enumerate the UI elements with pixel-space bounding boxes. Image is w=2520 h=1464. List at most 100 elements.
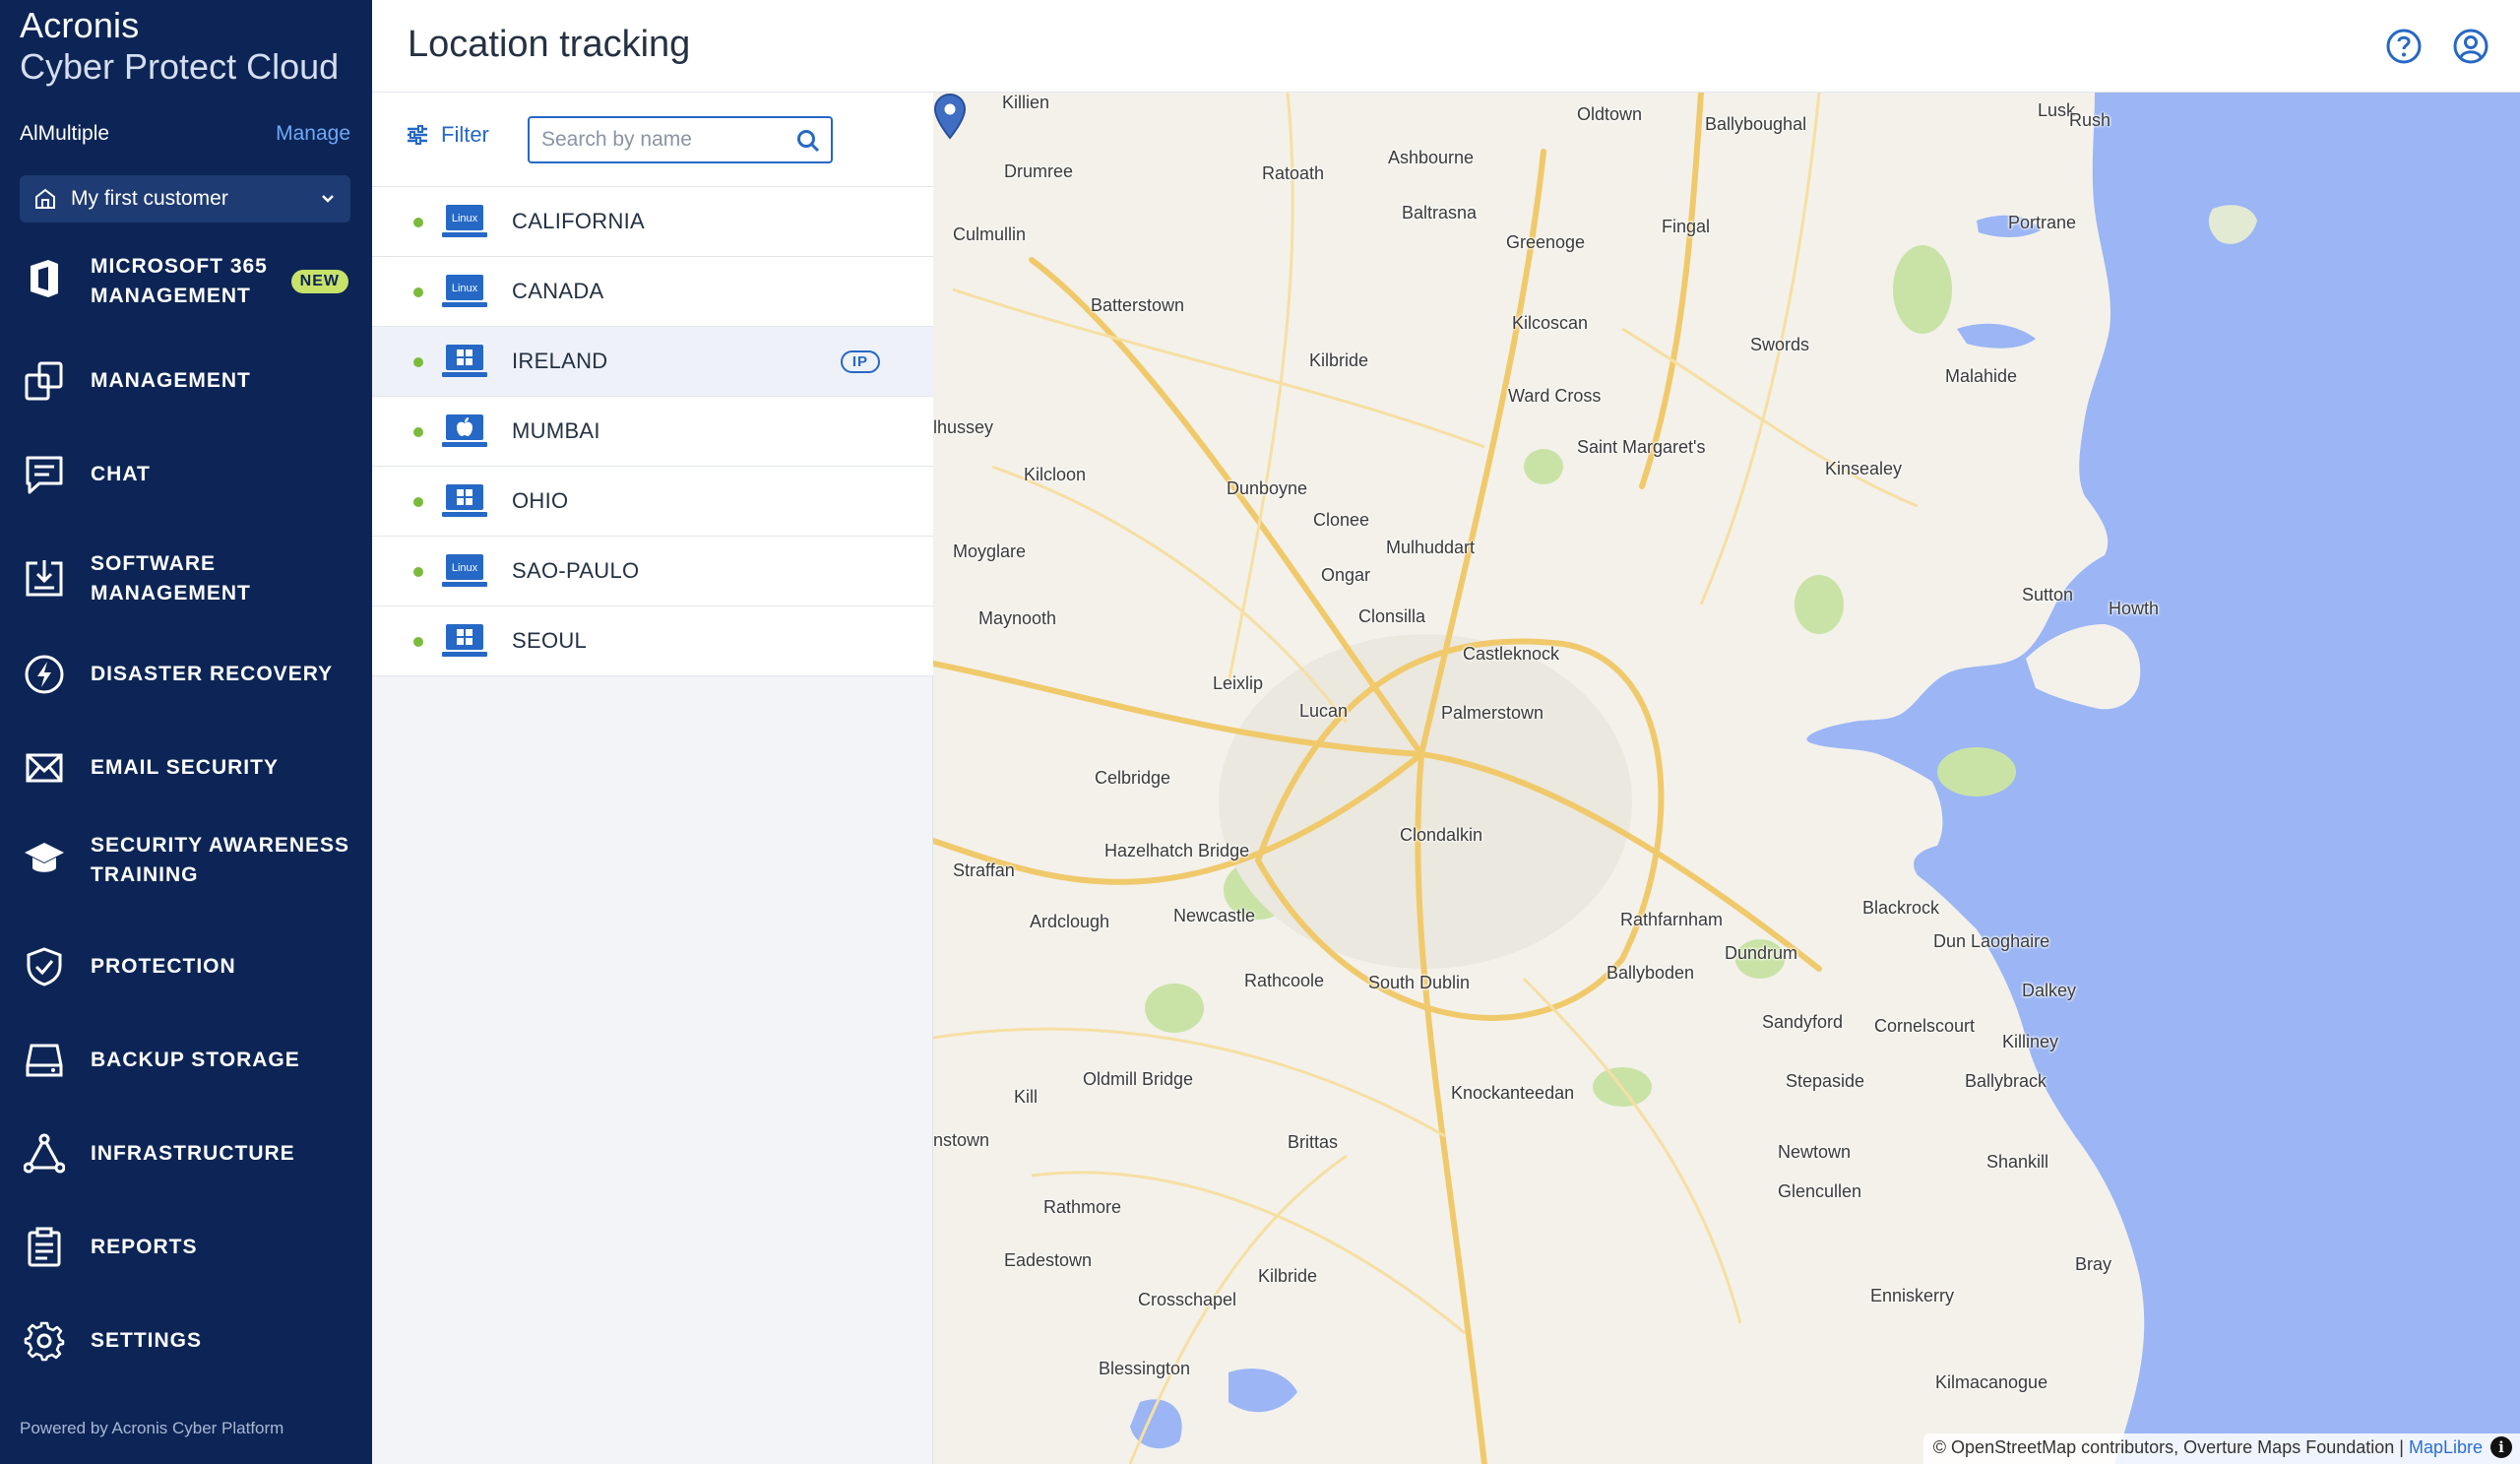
- map-place-label: Knockanteedan: [1451, 1083, 1575, 1103]
- map-place-label: Ballyboughal: [1705, 114, 1807, 134]
- device-row[interactable]: Linux CALIFORNIA: [372, 187, 933, 257]
- manage-link[interactable]: Manage: [276, 122, 350, 146]
- apple-laptop-icon: [442, 414, 487, 447]
- chevron-down-icon: [322, 195, 334, 203]
- search-box: [528, 116, 833, 163]
- map-place-label: Dunboyne: [1227, 478, 1308, 498]
- filter-icon: [408, 125, 427, 145]
- nav-item-management[interactable]: MANAGEMENT: [0, 358, 372, 404]
- map-place-label: Glencullen: [1778, 1181, 1862, 1201]
- device-row[interactable]: MUMBAI: [372, 397, 933, 467]
- windows-laptop-icon: [442, 624, 487, 657]
- map-place-label: Ratoath: [1262, 163, 1325, 183]
- map-place-label: Rush: [2069, 110, 2111, 130]
- map-place-label: South Dublin: [1368, 973, 1471, 992]
- device-name: SAO-PAULO: [512, 558, 640, 583]
- map-place-label: Rathmore: [1043, 1197, 1122, 1217]
- status-online-dot: [413, 357, 423, 367]
- nav-item-software-management[interactable]: SOFTWARE MANAGEMENT: [0, 545, 372, 610]
- nav-item-reports[interactable]: REPORTS: [0, 1225, 372, 1270]
- info-icon[interactable]: i: [2490, 1436, 2512, 1458]
- status-online-dot: [413, 218, 423, 227]
- lightning-icon: [22, 652, 67, 697]
- map-place-label: Saint Margaret's: [1577, 437, 1706, 457]
- maplibre-link[interactable]: MapLibre: [2409, 1437, 2483, 1457]
- map-place-label: Eadestown: [1004, 1250, 1093, 1270]
- device-list-panel: Filter Linux CALIFORNIA Linux CANADA IRE…: [372, 93, 933, 1464]
- sidebar: Acronis Cyber Protect Cloud AlMultiple M…: [0, 0, 372, 1464]
- map-view[interactable]: Killien Oldtown Ballyboughal Lusk Rush D…: [933, 93, 2520, 1464]
- user-account-icon[interactable]: [2451, 27, 2490, 66]
- device-row[interactable]: Linux CANADA: [372, 257, 933, 327]
- device-row[interactable]: OHIO: [372, 467, 933, 537]
- customer-select[interactable]: My first customer: [20, 175, 350, 223]
- device-row[interactable]: Linux SAO-PAULO: [372, 537, 933, 606]
- nav-label: INFRASTRUCTURE: [91, 1142, 295, 1165]
- map-place-label: Ward Cross: [1508, 386, 1602, 406]
- svg-text:Linux: Linux: [452, 283, 478, 294]
- nav-item-disaster-recovery[interactable]: DISASTER RECOVERY: [0, 652, 372, 697]
- filter-label: Filter: [441, 122, 489, 147]
- map-place-label: Mulhuddart: [1386, 538, 1476, 557]
- map-place-label: Kilmacanogue: [1935, 1372, 2048, 1392]
- graduation-cap-icon: [22, 837, 67, 882]
- nav-item-email-security[interactable]: EMAIL SECURITY: [0, 745, 372, 791]
- map-place-label: Dalkey: [2022, 981, 2077, 1000]
- tenant-row: AlMultiple Manage: [20, 122, 350, 152]
- svg-text:Linux: Linux: [452, 562, 478, 574]
- filter-button[interactable]: Filter: [406, 122, 489, 148]
- map-place-label: Ballyboden: [1606, 963, 1695, 983]
- status-online-dot: [413, 497, 423, 507]
- map-place-label: Lucan: [1299, 701, 1349, 721]
- map-place-label: Kilbride: [1309, 350, 1369, 370]
- map-place-label: Castleknock: [1463, 644, 1560, 664]
- nav-label: EMAIL SECURITY: [91, 756, 279, 779]
- device-name: CALIFORNIA: [512, 209, 646, 233]
- map-place-label: Stepaside: [1786, 1071, 1865, 1091]
- brand-logo: Acronis Cyber Protect Cloud: [20, 8, 339, 85]
- nav-label: SETTINGS: [91, 1329, 203, 1352]
- list-toolbar: Filter: [372, 93, 933, 187]
- map-place-label: Enniskerry: [1870, 1286, 1955, 1305]
- linux-laptop-icon: Linux: [442, 205, 487, 237]
- map-place-label: nstown: [933, 1130, 990, 1150]
- device-name: SEOUL: [512, 628, 588, 653]
- map-place-label: Dundrum: [1725, 943, 1798, 963]
- search-icon[interactable]: [795, 128, 821, 154]
- help-icon[interactable]: [2384, 27, 2424, 66]
- nav-item-infrastructure[interactable]: INFRASTRUCTURE: [0, 1131, 372, 1177]
- software-icon: [22, 555, 67, 601]
- status-online-dot: [413, 427, 423, 437]
- search-input[interactable]: [541, 126, 788, 154]
- nav-item-settings[interactable]: SETTINGS: [0, 1318, 372, 1364]
- map-place-label: Maynooth: [978, 608, 1057, 628]
- page-title: Location tracking: [408, 24, 691, 65]
- status-online-dot: [413, 287, 423, 297]
- map-place-label: lhussey: [933, 417, 994, 437]
- linux-laptop-icon: Linux: [442, 275, 487, 307]
- location-pin-icon[interactable]: [933, 93, 967, 140]
- nav-item-protection[interactable]: PROTECTION: [0, 944, 372, 989]
- map-place-label: Rathcoole: [1244, 971, 1325, 990]
- nav-item-microsoft-365[interactable]: MICROSOFT 365 MANAGEMENT NEW: [0, 248, 372, 313]
- device-row-selected[interactable]: IRELAND IP: [372, 327, 933, 397]
- chat-icon: [22, 452, 67, 497]
- map-place-label: Batterstown: [1091, 295, 1185, 315]
- status-online-dot: [413, 567, 423, 577]
- map-place-label: Celbridge: [1095, 768, 1171, 788]
- building-icon: [35, 188, 55, 209]
- nav-item-backup-storage[interactable]: BACKUP STORAGE: [0, 1038, 372, 1083]
- nav-label: PROTECTION: [91, 955, 236, 978]
- map-place-label: Leixlip: [1213, 673, 1264, 693]
- device-row[interactable]: SEOUL: [372, 606, 933, 676]
- map-place-label: Hazelhatch Bridge: [1104, 841, 1250, 860]
- map-place-label: Dun Laoghaire: [1933, 931, 2050, 951]
- nav-item-security-awareness-training[interactable]: SECURITY AWARENESS TRAINING: [0, 827, 372, 892]
- nav-item-chat[interactable]: CHAT: [0, 452, 372, 497]
- map-place-label: Fingal: [1662, 217, 1711, 236]
- map-place-label: Brittas: [1288, 1132, 1339, 1152]
- linux-laptop-icon: Linux: [442, 554, 487, 587]
- map-place-label: Howth: [2109, 599, 2160, 618]
- map-place-label: Swords: [1750, 335, 1810, 354]
- map-place-label: Clonsilla: [1358, 606, 1426, 626]
